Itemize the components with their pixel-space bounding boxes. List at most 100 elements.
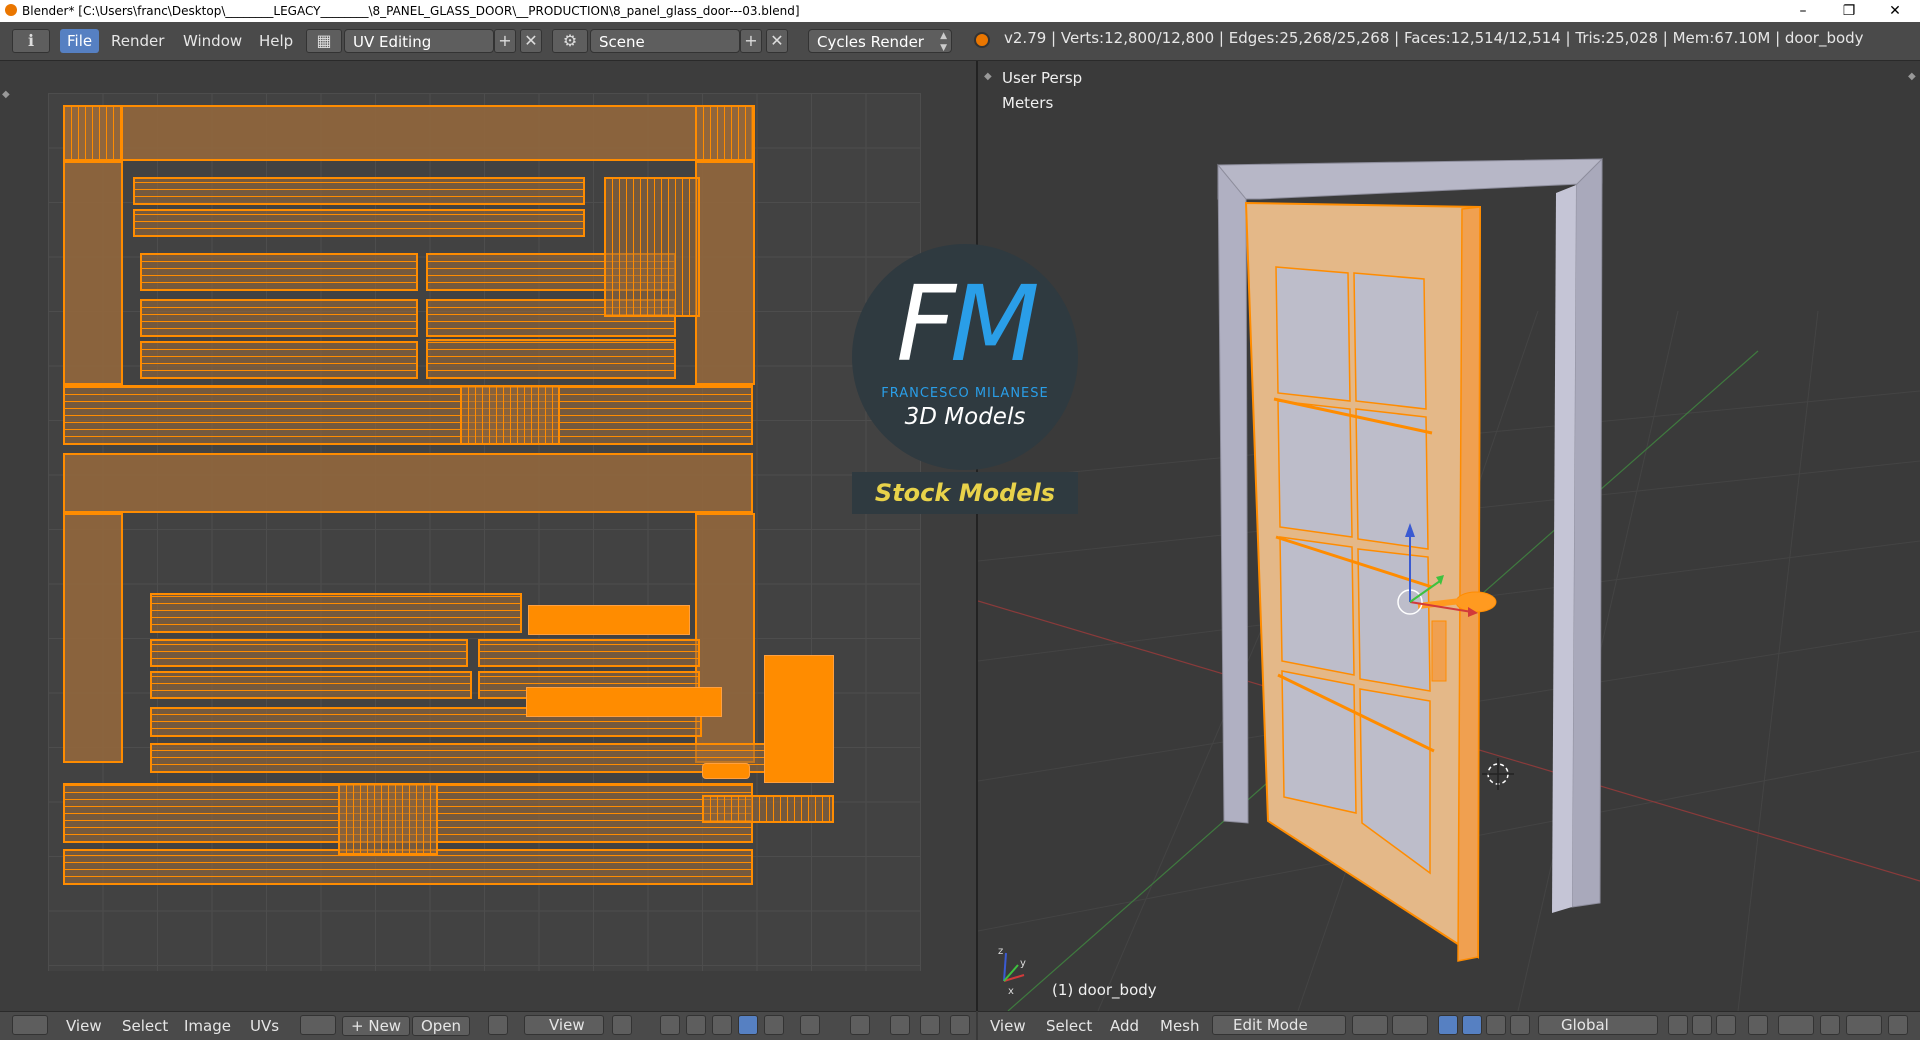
door-edge: [1457, 206, 1481, 962]
proportional-edit-icon[interactable]: [1778, 1015, 1814, 1035]
svg-text:x: x: [1008, 986, 1014, 997]
svg-text:y: y: [1020, 958, 1026, 969]
uv-island: [695, 513, 755, 763]
menu-render[interactable]: Render: [104, 29, 171, 53]
sticky-mode-icon[interactable]: [800, 1015, 820, 1035]
screen-layout-icon[interactable]: ▦: [306, 29, 342, 53]
screen-layout-select[interactable]: UV Editing: [344, 29, 494, 53]
occlude-geometry-icon[interactable]: [1748, 1015, 1768, 1035]
new-image-button[interactable]: + New: [342, 1016, 411, 1036]
menu-file[interactable]: File: [60, 29, 100, 53]
rotate-manipulator-icon[interactable]: [1486, 1015, 1506, 1035]
uv-island: [63, 513, 123, 763]
uv-image-editor[interactable]: ◆: [0, 61, 978, 1011]
snap-icon[interactable]: [1820, 1015, 1840, 1035]
uv-island: [140, 299, 418, 337]
watermark-fm: FM: [896, 263, 1040, 385]
uv-island: [63, 105, 123, 161]
pin-icon[interactable]: [488, 1015, 508, 1035]
edge-select-icon[interactable]: [712, 1015, 732, 1035]
layer-icon[interactable]: [1668, 1015, 1688, 1035]
face-select-icon[interactable]: [738, 1015, 758, 1035]
uv-island: [63, 385, 753, 445]
snap-target-icon[interactable]: [920, 1015, 940, 1035]
uv-island: [604, 177, 700, 317]
render-engine-select[interactable]: Cycles Render ▲ ▼: [808, 29, 952, 53]
translate-manipulator-icon[interactable]: [1462, 1015, 1482, 1035]
menu-help[interactable]: Help: [252, 29, 300, 53]
menu-window[interactable]: Window: [176, 29, 249, 53]
door-frame-left: [1217, 163, 1249, 824]
3d-cursor: [1482, 758, 1514, 790]
interaction-mode-select[interactable]: Edit Mode: [1212, 1015, 1346, 1035]
uv-menu-image[interactable]: Image: [184, 1017, 231, 1035]
add-layout-button[interactable]: +: [494, 29, 516, 53]
transform-orientation-select[interactable]: Global: [1538, 1015, 1658, 1035]
uv-island: [150, 671, 472, 699]
render-preview-icon[interactable]: [1888, 1015, 1908, 1035]
minimize-button[interactable]: –: [1780, 0, 1826, 22]
watermark-banner: Stock Models: [852, 472, 1078, 514]
snap-element-icon[interactable]: [1846, 1015, 1882, 1035]
maximize-button[interactable]: ❐: [1826, 0, 1872, 22]
uv-island: [695, 161, 755, 385]
scene-statistics: v2.79 | Verts:12,800/12,800 | Edges:25,2…: [1004, 29, 1864, 47]
scale-manipulator-icon[interactable]: [1510, 1015, 1530, 1035]
uv-menu-view[interactable]: View: [66, 1017, 102, 1035]
scene-select[interactable]: Scene: [590, 29, 740, 53]
uv-texture-canvas[interactable]: [48, 93, 921, 971]
uv-island-filled: [702, 763, 750, 779]
blender-logo-icon: [974, 32, 990, 48]
uv-island: [133, 177, 585, 205]
uv-island: [702, 795, 834, 823]
uv-island: [63, 105, 753, 161]
view-mode-select[interactable]: View: [524, 1015, 604, 1035]
axis-indicator: z x y: [998, 946, 1026, 997]
uv-island: [63, 453, 753, 513]
uv-island: [133, 209, 585, 237]
viewport-shading-icon[interactable]: [1352, 1015, 1388, 1035]
uv-island: [338, 783, 438, 855]
watermark-logo: FM FRANCESCO MILANESE 3D Models: [852, 244, 1078, 470]
manipulator-toggle-icon[interactable]: [1438, 1015, 1458, 1035]
pivot-point-icon[interactable]: [1392, 1015, 1428, 1035]
3d-menu-add[interactable]: Add: [1110, 1017, 1139, 1035]
editor-type-info-icon[interactable]: ℹ: [12, 29, 50, 53]
proportional-edit-icon[interactable]: [850, 1015, 870, 1035]
delete-layout-button[interactable]: ✕: [520, 29, 542, 53]
scene-icon[interactable]: ⚙: [552, 29, 588, 53]
render-icon[interactable]: [950, 1015, 970, 1035]
window-title: Blender* [C:\Users\franc\Desktop\_______…: [22, 4, 800, 18]
uv-island: [140, 253, 418, 291]
3d-menu-select[interactable]: Select: [1046, 1017, 1092, 1035]
watermark-subtitle: 3D Models: [904, 404, 1026, 430]
uv-island: [460, 385, 560, 445]
add-scene-button[interactable]: +: [740, 29, 762, 53]
pivot-icon[interactable]: [612, 1015, 632, 1035]
layer-icon[interactable]: [1716, 1015, 1736, 1035]
sync-selection-icon[interactable]: [660, 1015, 680, 1035]
vertex-select-icon[interactable]: [686, 1015, 706, 1035]
3d-viewport[interactable]: ◆ ◆ User Persp Meters z x y (1) door_bod…: [978, 61, 1920, 1011]
browse-image-icon[interactable]: [300, 1015, 336, 1035]
uv-island: [140, 341, 418, 379]
delete-scene-button[interactable]: ✕: [766, 29, 788, 53]
panel-expand-icon[interactable]: ◆: [2, 89, 10, 100]
editor-type-image-icon[interactable]: [12, 1015, 48, 1035]
uv-island: [63, 161, 123, 385]
3d-menu-view[interactable]: View: [990, 1017, 1026, 1035]
close-button[interactable]: ✕: [1872, 0, 1918, 22]
door-frame-right-face: [1552, 185, 1576, 913]
uv-menu-uvs[interactable]: UVs: [250, 1017, 279, 1035]
window-title-bar: Blender* [C:\Users\franc\Desktop\_______…: [0, 0, 1920, 22]
uv-menu-select[interactable]: Select: [122, 1017, 168, 1035]
blender-logo-icon: [5, 4, 17, 16]
uv-island: [150, 639, 468, 667]
3d-menu-mesh[interactable]: Mesh: [1160, 1017, 1200, 1035]
open-image-button[interactable]: Open: [412, 1016, 471, 1036]
snap-icon[interactable]: [890, 1015, 910, 1035]
3d-view-header: View Select Add Mesh Edit Mode Global: [978, 1011, 1920, 1040]
island-select-icon[interactable]: [764, 1015, 784, 1035]
layer-icon[interactable]: [1692, 1015, 1712, 1035]
uv-island: [150, 743, 786, 773]
